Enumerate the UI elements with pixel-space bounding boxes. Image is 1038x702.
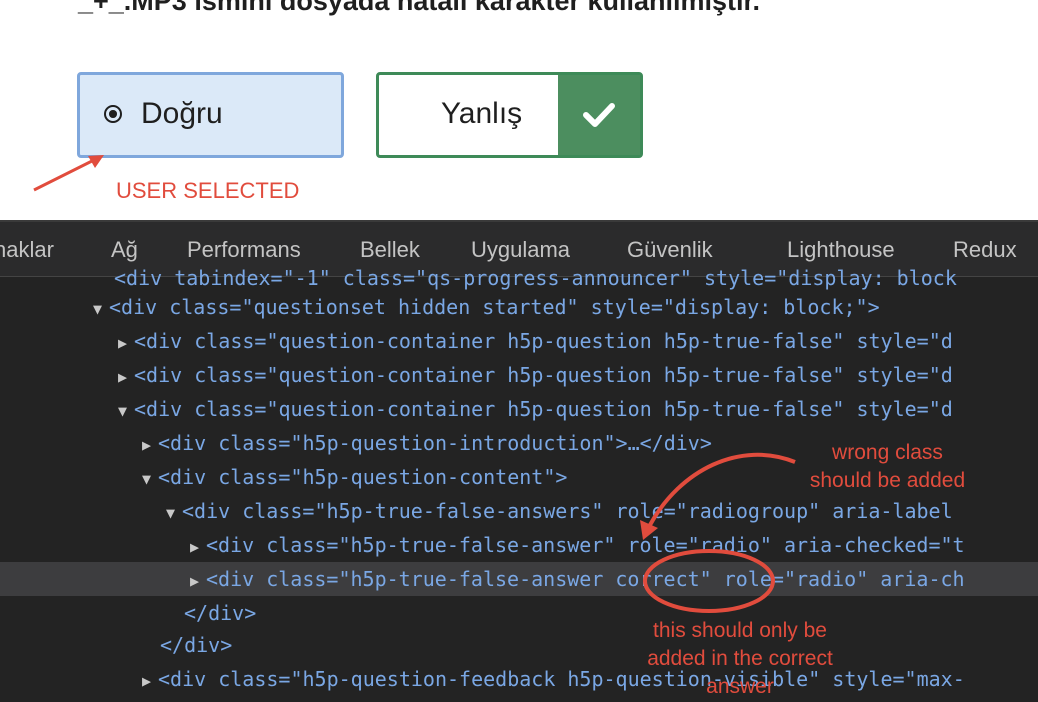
collapse-triangle-icon[interactable]: ▶ — [190, 530, 206, 564]
dom-line[interactable]: ▶ <div class="question-container h5p-ques… — [0, 324, 1038, 358]
dom-line[interactable]: ▶ <div class="question-container h5p-ques… — [0, 358, 1038, 392]
dom-line[interactable]: ▼ <div class="questionset hidden started"… — [0, 290, 1038, 324]
dom-line[interactable]: </div> — [0, 628, 1038, 662]
expand-triangle-icon[interactable]: ▼ — [93, 292, 109, 326]
user-selected-arrow — [33, 155, 104, 192]
collapse-triangle-icon[interactable]: ▶ — [142, 428, 158, 462]
tab-bellek[interactable]: Bellek — [360, 237, 420, 263]
dom-line[interactable]: </div> — [0, 596, 1038, 630]
collapse-triangle-icon[interactable]: ▶ — [142, 664, 158, 698]
answer-true-option[interactable]: Doğru — [77, 72, 344, 158]
tab-performans[interactable]: Performans — [187, 237, 301, 263]
tab-lighthouse[interactable]: Lighthouse — [787, 237, 895, 263]
collapse-triangle-icon[interactable]: ▶ — [118, 326, 134, 360]
checkmark-icon — [583, 103, 615, 127]
dom-line-selected[interactable]: ▶ <div class="h5p-true-false-answer corre… — [0, 562, 1038, 596]
user-selected-annotation: USER SELECTED — [116, 178, 300, 203]
expand-triangle-icon[interactable]: ▼ — [142, 462, 158, 496]
collapse-triangle-icon[interactable]: ▶ — [118, 360, 134, 394]
tab-guvenlik[interactable]: Güvenlik — [627, 237, 713, 263]
correct-only-annotation: this should only be added in the correct… — [647, 619, 833, 698]
dom-line[interactable]: ▶ <div class="h5p-true-false-answer" role… — [0, 528, 1038, 562]
collapse-triangle-icon[interactable]: ▶ — [190, 564, 206, 598]
tab-ag[interactable]: Ağ — [111, 237, 138, 263]
question-text: _+_.MP3 ismini dosyada hatalı karakter k… — [78, 0, 761, 16]
answer-false-option[interactable]: Yanlış — [376, 72, 643, 158]
answer-true-label: Doğru — [141, 97, 223, 130]
expand-triangle-icon[interactable]: ▼ — [118, 394, 134, 428]
answer-false-label: Yanlış — [441, 97, 523, 130]
devtools-panel: naklar Ağ Performans Bellek Uygulama Güv… — [0, 220, 1038, 702]
tab-kaynaklar[interactable]: naklar — [0, 237, 54, 263]
dom-line[interactable]: ▶ <div class="h5p-question-feedback h5p-q… — [0, 662, 1038, 696]
radio-selected-icon — [104, 105, 122, 123]
tab-uygulama[interactable]: Uygulama — [471, 237, 570, 263]
wrong-class-annotation: wrong class should be added — [809, 441, 966, 492]
correct-indicator — [558, 75, 640, 155]
dom-line[interactable]: ▼ <div class="question-container h5p-ques… — [0, 392, 1038, 426]
expand-triangle-icon[interactable]: ▼ — [166, 496, 182, 530]
tab-redux[interactable]: Redux — [953, 237, 1017, 263]
dom-line[interactable]: ▼ <div class="h5p-true-false-answers" rol… — [0, 494, 1038, 528]
